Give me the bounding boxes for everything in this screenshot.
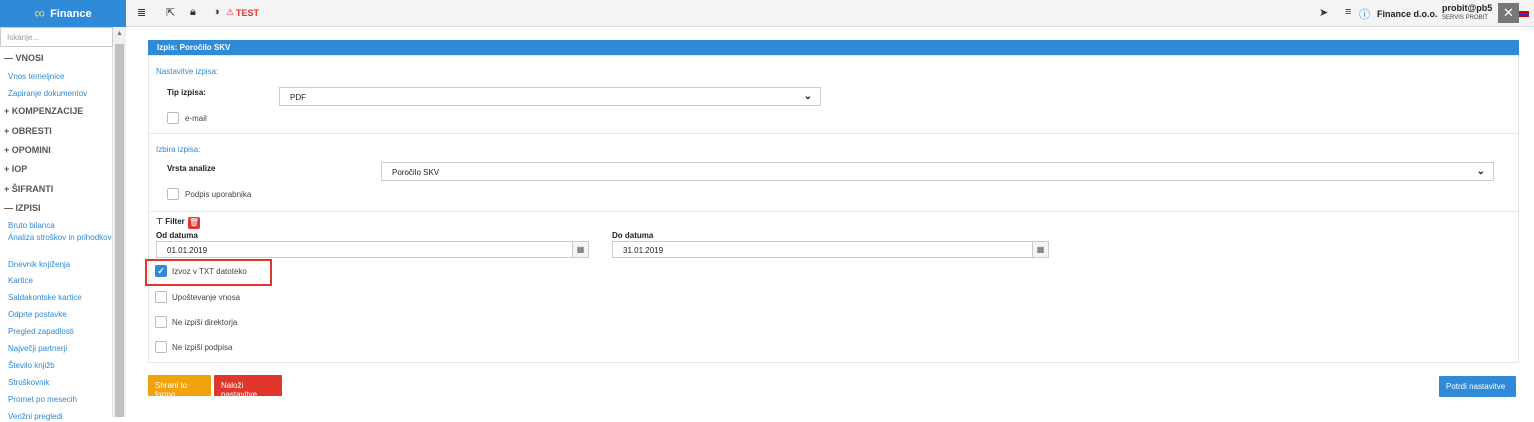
user-name: probit@pb5 — [1442, 3, 1493, 13]
sidebar-item[interactable]: Promet po mesecih — [8, 395, 113, 405]
sidebar-item[interactable]: Odprte postavke — [8, 310, 113, 320]
search-input[interactable]: Iskanje... — [0, 27, 113, 47]
close-button[interactable]: ✕ — [1498, 3, 1519, 23]
sidebar-item[interactable]: Zapiranje dokumentov — [8, 89, 113, 99]
plus-icon: + — [4, 126, 12, 136]
minus-icon: — — [4, 53, 16, 63]
filter-option-checkbox[interactable]: ✓ — [155, 265, 167, 277]
sidebar-item[interactable]: Kartice — [8, 276, 113, 286]
load-settings-button[interactable]: Naloži nastavitve — [214, 375, 282, 399]
calendar-icon[interactable]: ▦ — [1032, 241, 1049, 258]
date-from-label: Od datuma — [156, 231, 198, 240]
filter-option-label: Izvoz v TXT datoteko — [172, 267, 247, 276]
sidebar-section-label: OPOMINI — [11, 145, 51, 155]
save-form-button[interactable]: Shrani to formo — [148, 375, 211, 399]
date-to-input[interactable]: 31.01.2019 ▦ — [612, 241, 1049, 258]
sidebar-section-label: VNOSI — [15, 53, 44, 63]
user-org: SERVIS PROBIT — [1442, 15, 1488, 21]
sidebar-item[interactable]: Stroškovnik — [8, 378, 113, 388]
filter-option-label: Upoštevanje vnosa — [172, 293, 241, 302]
email-label: e-mail — [185, 114, 207, 123]
contrast-icon[interactable]: ◑ — [213, 6, 220, 18]
sidebar-item[interactable]: Dnevnik knjiženja — [8, 260, 113, 270]
test-label: TEST — [236, 8, 260, 18]
sidebar-item[interactable]: Analiza stroškov in prihodkov — [8, 233, 113, 243]
logo-icon: ∞ — [34, 5, 46, 22]
sidebar-section-label: OBRESTI — [11, 126, 52, 136]
external-link-icon[interactable]: ⇱ — [166, 6, 175, 19]
signature-checkbox[interactable] — [167, 188, 179, 200]
chevron-down-icon: ⌄ — [1476, 166, 1485, 177]
output-type-label: Tip izpisa: — [167, 88, 206, 97]
brand-label: Finance — [50, 7, 92, 20]
flag-icon[interactable] — [1519, 11, 1529, 17]
sidebar-section-label: ŠIFRANTI — [11, 184, 54, 194]
sidebar-item[interactable]: Število knjižb — [8, 361, 113, 371]
panel-title: Izpis: Poročilo SKV — [148, 40, 1519, 55]
sidebar-item[interactable]: Saldakontske kartice — [8, 293, 113, 303]
sidebar-section[interactable]: + OPOMINI — [4, 145, 51, 155]
sidebar-item[interactable]: Verižni pregledi — [8, 412, 113, 422]
sidebar-item[interactable]: Bruto bilanca — [8, 221, 113, 231]
plus-icon: + — [4, 145, 12, 155]
scroll-up-icon[interactable]: ▲ — [116, 30, 123, 37]
sidebar-section[interactable]: + KOMPENZACIJE — [4, 106, 83, 116]
send-icon[interactable]: ➤ — [1319, 6, 1328, 19]
analysis-type-label: Vrsta analize — [167, 164, 216, 173]
divider — [148, 133, 1519, 134]
analysis-type-value: Poročilo SKV — [392, 168, 440, 177]
filter-option-checkbox[interactable] — [155, 291, 167, 303]
filter-option-checkbox[interactable] — [155, 316, 167, 328]
output-type-value: PDF — [290, 93, 306, 102]
sidebar-section-label: IZPISI — [15, 203, 41, 213]
plus-icon: + — [4, 164, 12, 174]
sidebar-item[interactable]: Največji partnerji — [8, 344, 113, 354]
list-icon[interactable]: ≡ — [1345, 6, 1351, 18]
lock-icon[interactable]: 🔒︎ — [190, 6, 196, 19]
output-type-select[interactable]: PDF ⌄ — [279, 87, 821, 106]
date-from-input[interactable]: 01.01.2019 ▦ — [156, 241, 589, 258]
top-bar: ∞ Finance ≣ ⇱ 🔒︎ ◑ ⚠ TEST ➤ ≡ ⓘ Finance … — [0, 0, 1534, 27]
sidebar-section-label: IOP — [11, 164, 28, 174]
plus-icon: + — [4, 106, 12, 116]
trash-icon[interactable]: 🗑︎ — [188, 217, 200, 229]
minus-icon: — — [4, 203, 16, 213]
calendar-icon[interactable]: ▦ — [572, 241, 589, 258]
company-name[interactable]: Finance d.o.o. — [1377, 9, 1438, 19]
plus-icon: + — [4, 184, 12, 194]
brand-logo[interactable]: ∞ Finance — [0, 0, 126, 27]
confirm-settings-button[interactable]: Potrdi nastavitve — [1439, 376, 1516, 397]
filter-label[interactable]: ⊤ Filter — [156, 217, 185, 226]
filter-icon: ⊤ — [156, 217, 163, 226]
filter-option-label: Ne izpiši podpisa — [172, 343, 233, 352]
divider — [148, 211, 1519, 212]
analysis-type-select[interactable]: Poročilo SKV ⌄ — [381, 162, 1494, 181]
report-select-title: Izbira izpisa: — [156, 145, 201, 154]
sidebar-section[interactable]: — IZPISI — [4, 203, 41, 213]
info-icon[interactable]: ⓘ — [1359, 6, 1370, 22]
date-to-value: 31.01.2019 — [623, 246, 664, 255]
sidebar-section[interactable]: + IOP — [4, 164, 27, 174]
sidebar-item[interactable]: Vnos temeljnice — [8, 72, 113, 82]
output-settings-title: Nastavitve izpisa: — [156, 67, 219, 76]
sidebar-item[interactable]: Pregled zapadlosti — [8, 327, 113, 337]
filter-option-label: Ne izpiši direktorja — [172, 318, 238, 327]
chevron-down-icon: ⌄ — [803, 91, 812, 102]
email-checkbox[interactable] — [167, 112, 179, 124]
sidebar-section-label: KOMPENZACIJE — [11, 106, 84, 116]
signature-label: Podpis uporabnika — [185, 190, 252, 199]
sidebar-scroll-thumb[interactable] — [115, 44, 124, 417]
sidebar-section[interactable]: + ŠIFRANTI — [4, 184, 53, 194]
date-from-value: 01.01.2019 — [167, 246, 208, 255]
user-info[interactable]: probit@pb5 SERVIS PROBIT — [1442, 3, 1492, 23]
date-to-label: Do datuma — [612, 231, 654, 240]
sidebar-section[interactable]: + OBRESTI — [4, 126, 52, 136]
menu-icon[interactable]: ≣ — [137, 6, 146, 19]
warning-icon: ⚠ — [226, 7, 235, 17]
sidebar-section[interactable]: — VNOSI — [4, 53, 44, 63]
filter-option-checkbox[interactable] — [155, 341, 167, 353]
